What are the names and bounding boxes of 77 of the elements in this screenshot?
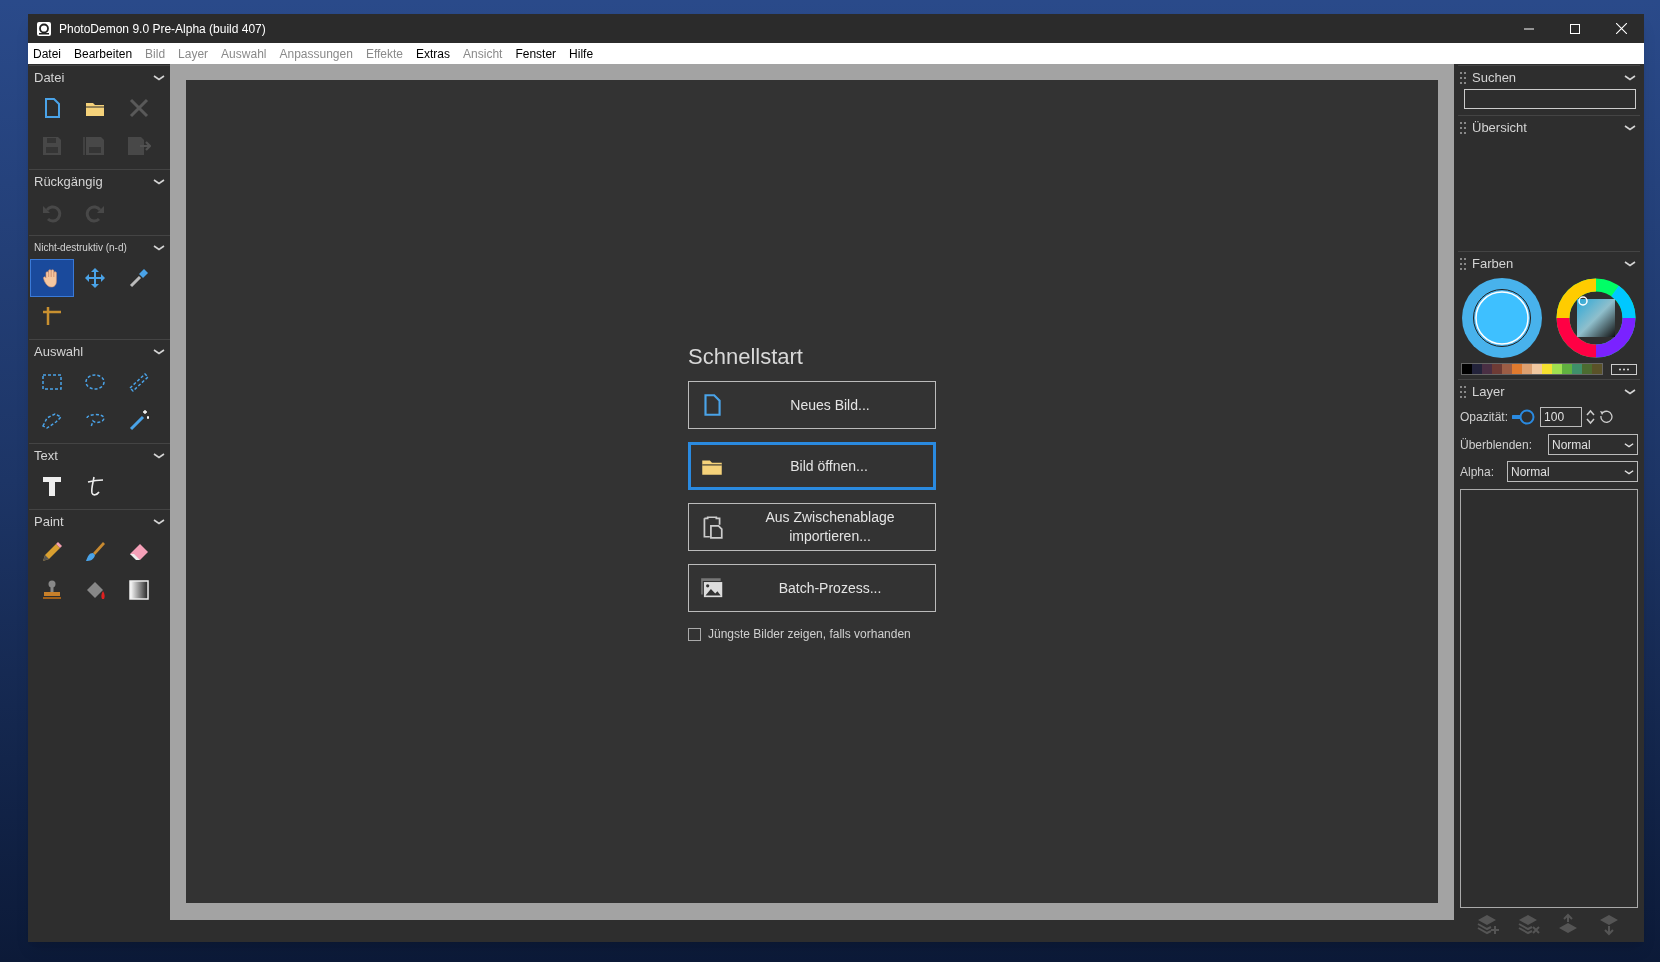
maximize-icon[interactable] (1570, 23, 1580, 34)
palette-swatch[interactable] (1492, 364, 1502, 374)
chevron-icon (1624, 441, 1634, 448)
chevron-icon[interactable] (1624, 388, 1636, 395)
minimize-icon[interactable] (1524, 27, 1534, 30)
gradient-square-icon (127, 578, 152, 602)
section-title: Paint (34, 512, 64, 531)
chevron-icon[interactable] (1624, 74, 1636, 81)
app-icon (36, 20, 52, 37)
section-title: Datei (34, 68, 65, 87)
palette-swatch[interactable] (1512, 364, 1522, 374)
section-title: Text (34, 446, 58, 465)
palette-swatch[interactable] (1522, 364, 1532, 374)
menu-item[interactable]: Hilfe (569, 44, 594, 63)
section-title: Rückgängig (34, 172, 103, 191)
palette-swatch[interactable] (1542, 364, 1552, 374)
palette-swatch[interactable] (1532, 364, 1542, 374)
drag-handle-icon[interactable] (1460, 385, 1466, 398)
panel-title: Farben (1472, 254, 1515, 273)
menu-item[interactable]: Extras (416, 44, 451, 63)
chevron-icon[interactable] (153, 348, 165, 355)
panel-title: Layer (1472, 382, 1506, 401)
field-label: Alpha: (1460, 463, 1495, 481)
quickstart-title: Schnellstart (688, 343, 804, 371)
palette-swatch[interactable] (1562, 364, 1572, 374)
color-swatch-wheel[interactable] (1461, 277, 1543, 359)
palette-swatch[interactable] (1472, 364, 1482, 374)
chevron-icon[interactable] (153, 518, 165, 525)
quickstart-button[interactable]: Neues Bild... (688, 381, 936, 429)
drag-handle-icon[interactable] (1460, 121, 1466, 134)
palette-swatch[interactable] (1462, 364, 1472, 374)
palette-swatch[interactable] (1582, 364, 1592, 374)
palette-swatch[interactable] (1502, 364, 1512, 374)
opacity-knob[interactable] (1512, 409, 1537, 425)
palette-swatch[interactable] (1552, 364, 1562, 374)
window-title: PhotoDemon 9.0 Pre-Alpha (build 407) (59, 20, 266, 38)
dropdown[interactable]: Normal (1548, 434, 1638, 455)
chevron-icon[interactable] (153, 74, 165, 81)
palette-swatch[interactable] (1572, 364, 1582, 374)
field-label: Überblenden: (1460, 436, 1533, 454)
chevron-icon[interactable] (1624, 260, 1636, 267)
chevron-icon[interactable] (153, 178, 165, 185)
chevron-icon[interactable] (153, 244, 165, 251)
spinner-icon[interactable] (1586, 409, 1596, 425)
image-stack-icon (699, 575, 725, 601)
dropdown[interactable]: Normal (1507, 461, 1638, 482)
chevron-icon[interactable] (153, 452, 165, 459)
section-title: Nicht-destruktiv (n-d) (34, 241, 127, 255)
menu-item[interactable]: Datei (33, 44, 61, 63)
color-wheel[interactable] (1555, 277, 1637, 359)
menu-item[interactable]: Bearbeiten (74, 44, 133, 63)
field-label: Opazität: (1460, 409, 1509, 426)
quickstart-button[interactable]: Batch-Prozess... (688, 564, 936, 612)
palette-swatch[interactable] (1592, 364, 1602, 374)
chevron-icon (1624, 468, 1634, 475)
opacity-field[interactable]: 100 (1540, 407, 1583, 427)
drag-handle-icon[interactable] (1460, 257, 1466, 270)
magic-wand-icon (127, 408, 152, 432)
reset-icon[interactable] (1599, 410, 1614, 424)
brush-icon (83, 540, 108, 564)
panel-title: Suchen (1472, 68, 1518, 87)
drag-handle-icon[interactable] (1460, 71, 1466, 84)
more-icon[interactable] (1611, 363, 1637, 375)
palette-swatch[interactable] (1482, 364, 1492, 374)
checkbox-label[interactable]: Jüngste Bilder zeigen, falls vorhanden (708, 625, 911, 643)
checkbox[interactable] (688, 627, 701, 641)
section-title: Auswahl (34, 342, 84, 361)
tool-button[interactable] (30, 259, 74, 297)
menu-item[interactable]: Fenster (515, 44, 557, 63)
search-field[interactable] (1464, 89, 1636, 109)
move-arrows-icon (83, 266, 108, 290)
chevron-icon[interactable] (1624, 124, 1636, 131)
panel-title: Übersicht (1472, 118, 1528, 137)
quickstart-button[interactable]: Aus Zwischenablage importieren... (688, 503, 936, 551)
quickstart-button[interactable]: Bild öffnen... (688, 442, 936, 490)
export-icon (127, 134, 152, 158)
close-icon[interactable] (1615, 23, 1627, 34)
